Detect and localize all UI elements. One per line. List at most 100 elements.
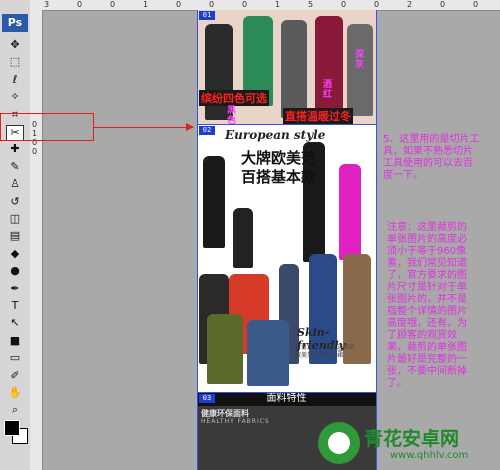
ruler-top-label: 0 <box>374 0 380 9</box>
ruler-top-label: 1 <box>143 0 149 9</box>
slice-tag-01[interactable]: 01 <box>199 11 215 20</box>
notes-tool[interactable]: ▭ <box>7 351 23 365</box>
gradient-icon: ▤ <box>9 229 21 243</box>
dodge-tool[interactable]: ● <box>7 264 23 278</box>
annotation-line: 注意：这里裁剪的 <box>387 222 467 233</box>
blur-icon: ◆ <box>10 246 20 260</box>
ruler-top-label: 0 <box>473 0 479 9</box>
dodge-icon: ● <box>10 264 20 278</box>
ruler-top-label: 5 <box>308 0 314 9</box>
annotation-line: 张图片的，并不是 <box>387 294 467 305</box>
pointer-arrow-head <box>186 123 194 131</box>
ruler-top-label: 0 <box>440 0 446 9</box>
ruler-left-label: 0 <box>32 147 38 156</box>
ruler-top-label: 0 <box>77 0 83 9</box>
annotation-line: 片尺寸是针对于单 <box>387 282 467 293</box>
annotation-height-note: 注意：这里裁剪的 单张图片的高度必 须小于等于960像 素，我们常见知道 了，官方要求的… <box>387 222 493 390</box>
type-tool[interactable]: T <box>7 299 23 313</box>
color-label-black: 黑色 <box>227 106 237 126</box>
eraser-tool[interactable]: ◫ <box>7 212 23 226</box>
promo-label-2: 直搭温暖过冬 <box>283 108 353 124</box>
eyedropper-icon: ✐ <box>10 368 20 382</box>
ruler-top-label: 1 <box>275 0 281 9</box>
annotation-line: 张，不要中间断掉 <box>387 366 467 377</box>
color-label-grey: 深灰 <box>355 50 365 70</box>
type-icon: T <box>11 299 19 312</box>
lasso-icon: ℓ <box>12 72 18 86</box>
ruler-top-label: 2 <box>407 0 413 9</box>
ruler-top-label: 0 <box>110 0 116 9</box>
lasso-tool[interactable]: ℓ <box>7 73 23 87</box>
slice-1-image: 缤纷四色可选 直搭温暖过冬 黑色 酒红 深灰 <box>197 10 376 126</box>
annotation-line: 单张图片的高度必 <box>387 234 467 245</box>
marquee-tool[interactable]: ⬚ <box>7 55 23 69</box>
annotation-line: 果，裁剪的单张图 <box>387 342 467 353</box>
watermark-logo-icon <box>318 422 360 464</box>
healing-tool[interactable]: ✚ <box>7 142 23 156</box>
marquee-icon: ⬚ <box>9 55 21 69</box>
annotation-line: 指整个详情的图片 <box>387 306 467 317</box>
photoshop-logo: Ps <box>2 14 28 32</box>
path-select-icon: ↖ <box>10 316 20 330</box>
ruler-top-label: 3 <box>44 0 50 9</box>
annotation-line: 素，我们常见知道 <box>387 258 467 269</box>
brush-tool[interactable]: ✎ <box>7 160 23 174</box>
annotation-line: 了。 <box>387 378 407 389</box>
foreground-color-swatch[interactable] <box>4 420 20 436</box>
eraser-icon: ◫ <box>9 212 21 225</box>
fabric-title-en: HEALTHY FABRICS <box>201 418 270 425</box>
slice-tag-02[interactable]: 02 <box>199 126 215 135</box>
gradient-tool[interactable]: ▤ <box>7 229 23 243</box>
tools-panel: Ps ✥ ⬚ ℓ ✧ ⌗ ✂ ✚ ✎ ♙ ↺ ◫ ▤ ◆ ● ✒ T ↖ ■ ▭ ✐ ✋ ⌕ <box>0 0 31 470</box>
annotation-line: 高度哦，还有，为 <box>387 318 467 329</box>
annotation-line: 了顾客的观赏效 <box>387 330 457 341</box>
annotation-line: 工具使用的可以去百 <box>383 158 473 169</box>
shape-icon: ■ <box>9 333 21 347</box>
zoom-tool[interactable]: ⌕ <box>7 403 23 417</box>
notes-icon: ▭ <box>9 351 21 365</box>
annotation-line: 须小于等于960像 <box>387 246 467 257</box>
slice-guide-1[interactable] <box>197 124 376 125</box>
healing-icon: ✚ <box>10 142 20 156</box>
slice-tool-highlight <box>0 113 94 141</box>
history-brush-tool[interactable]: ↺ <box>7 195 23 209</box>
color-label-wine: 酒红 <box>323 80 333 100</box>
promo-label-1: 缤纷四色可选 <box>199 90 269 106</box>
annotation-slice-tool: 5、这里用的是切片工 具，如果不熟悉切片 工具使用的可以去百 度一下。 <box>383 134 495 182</box>
watermark-title: 青花安卓网 <box>364 428 460 450</box>
stamp-icon: ♙ <box>10 177 20 191</box>
ruler-top-label: 0 <box>209 0 215 9</box>
annotation-line: 了，官方要求的图 <box>387 270 467 281</box>
brush-icon: ✎ <box>10 159 20 173</box>
move-tool[interactable]: ✥ <box>7 38 23 52</box>
slice-guide-left[interactable] <box>197 10 198 470</box>
document-canvas[interactable]: 缤纷四色可选 直搭温暖过冬 黑色 酒红 深灰 European style 大牌… <box>197 10 376 470</box>
pen-icon: ✒ <box>10 281 20 295</box>
slice-guide-2[interactable] <box>197 392 376 393</box>
stamp-tool[interactable]: ♙ <box>7 177 23 191</box>
annotation-line: 5、这里用的是切片工 <box>383 134 480 145</box>
eyedropper-tool[interactable]: ✐ <box>7 369 23 383</box>
headline-line-2: 百搭基本款 <box>241 168 317 186</box>
annotation-line: 片最好是完整的一 <box>387 354 467 365</box>
ruler-top-label: 0 <box>341 0 347 9</box>
ruler-top-label: 0 <box>176 0 182 9</box>
pointer-arrow-line <box>93 127 187 128</box>
hand-tool[interactable]: ✋ <box>7 386 23 400</box>
site-watermark: 青花安卓网 www.qhhlv.com <box>318 418 500 470</box>
caption-line-2: 欧美范风格的长裙 <box>295 352 344 359</box>
fabric-feature-bar: 面料特性 <box>197 392 376 406</box>
slice-tag-03[interactable]: 03 <box>199 394 215 403</box>
ruler-left: 0100 <box>30 10 43 470</box>
slice-guide-right[interactable] <box>376 10 377 470</box>
headline-line-1: 大牌欧美范 <box>241 149 317 167</box>
blur-tool[interactable]: ◆ <box>7 247 23 261</box>
shape-tool[interactable]: ■ <box>7 334 23 348</box>
watermark-url: www.qhhlv.com <box>390 450 469 461</box>
annotation-line: 具，如果不熟悉切片 <box>383 146 473 157</box>
pen-tool[interactable]: ✒ <box>7 282 23 296</box>
quick-select-tool[interactable]: ✧ <box>7 90 23 104</box>
history-brush-icon: ↺ <box>10 194 20 208</box>
annotation-line: 度一下。 <box>383 170 423 181</box>
path-select-tool[interactable]: ↖ <box>7 316 23 330</box>
